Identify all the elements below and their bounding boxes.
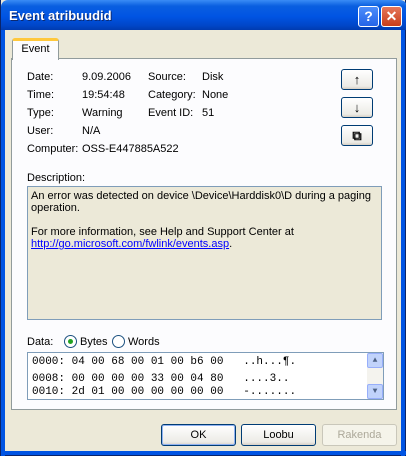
source-value: Disk bbox=[202, 71, 224, 83]
window-title: Event atribuudid bbox=[9, 8, 112, 23]
title-bar[interactable]: Event atribuudid ? ✕ bbox=[1, 0, 406, 30]
data-row: 0000: 04 00 68 00 01 00 b6 00 ..h...¶. bbox=[32, 356, 297, 368]
scroll-down-button[interactable]: ▼ bbox=[367, 384, 383, 399]
help-button[interactable]: ? bbox=[358, 6, 379, 27]
time-value: 19:54:48 bbox=[82, 89, 125, 101]
description-line-2: operation. bbox=[31, 202, 80, 214]
chevron-up-icon: ▲ bbox=[372, 356, 378, 365]
link-suffix: . bbox=[229, 238, 233, 250]
data-scrollbar[interactable]: ▲ ▼ bbox=[367, 353, 383, 399]
description-text-area[interactable]: An error was detected on device \Device\… bbox=[27, 186, 382, 320]
data-row: 0008: 00 00 00 00 33 00 04 80 ....3.. bbox=[32, 373, 299, 385]
type-label: Type: bbox=[27, 107, 54, 119]
next-event-button[interactable]: ↓ bbox=[341, 97, 373, 118]
data-label: Data: bbox=[27, 336, 54, 348]
close-button[interactable]: ✕ bbox=[381, 6, 402, 27]
category-value: None bbox=[202, 89, 229, 101]
eventid-value: 51 bbox=[202, 107, 215, 119]
copy-button[interactable]: ⧉ bbox=[341, 125, 373, 146]
apply-button[interactable]: Rakenda bbox=[322, 424, 397, 446]
event-properties-window: Event atribuudid ? ✕ Event Date: 9.09.20… bbox=[0, 0, 406, 456]
description-line-3: For more information, see Help and Suppo… bbox=[31, 226, 294, 238]
words-radio-label[interactable]: Words bbox=[128, 336, 160, 348]
bytes-radio[interactable] bbox=[64, 335, 77, 348]
source-label: Source: bbox=[148, 71, 186, 83]
time-label: Time: bbox=[27, 89, 55, 101]
copy-icon: ⧉ bbox=[352, 128, 362, 143]
description-line-1: An error was detected on device \Device\… bbox=[31, 190, 371, 202]
help-icon: ? bbox=[364, 8, 373, 24]
computer-label: Computer: bbox=[27, 143, 79, 155]
window-frame-bottom bbox=[1, 451, 406, 455]
chevron-down-icon: ▼ bbox=[372, 387, 378, 396]
scroll-up-button[interactable]: ▲ bbox=[367, 353, 383, 368]
window-frame-left bbox=[1, 30, 5, 456]
bytes-radio-label[interactable]: Bytes bbox=[80, 336, 108, 348]
type-value: Warning bbox=[82, 107, 123, 119]
description-link-line: http://go.microsoft.com/fwlink/events.as… bbox=[31, 238, 378, 250]
cancel-button[interactable]: Loobu bbox=[241, 424, 316, 446]
ok-button[interactable]: OK bbox=[161, 424, 236, 446]
date-label: Date: bbox=[27, 71, 54, 83]
previous-event-button[interactable]: ↑ bbox=[341, 69, 373, 90]
user-label: User: bbox=[27, 125, 54, 137]
category-label: Category: bbox=[148, 89, 196, 101]
eventid-label: Event ID: bbox=[148, 107, 194, 119]
data-row: 0010: 2d 01 00 00 00 00 00 00 -....... bbox=[32, 386, 297, 398]
window-frame-right bbox=[401, 30, 405, 456]
tab-event[interactable]: Event bbox=[12, 38, 59, 60]
computer-value: OSS-E447885A522 bbox=[82, 143, 179, 155]
user-value: N/A bbox=[82, 125, 101, 137]
help-link[interactable]: http://go.microsoft.com/fwlink/events.as… bbox=[31, 238, 229, 250]
description-label: Description: bbox=[27, 172, 86, 184]
words-radio[interactable] bbox=[112, 335, 125, 348]
data-hex-view[interactable]: 0000: 04 00 68 00 01 00 b6 00 ..h...¶. 0… bbox=[27, 352, 384, 400]
date-value: 9.09.2006 bbox=[82, 71, 131, 83]
arrow-down-icon: ↓ bbox=[353, 100, 361, 115]
arrow-up-icon: ↑ bbox=[353, 72, 361, 87]
close-icon: ✕ bbox=[385, 8, 398, 24]
